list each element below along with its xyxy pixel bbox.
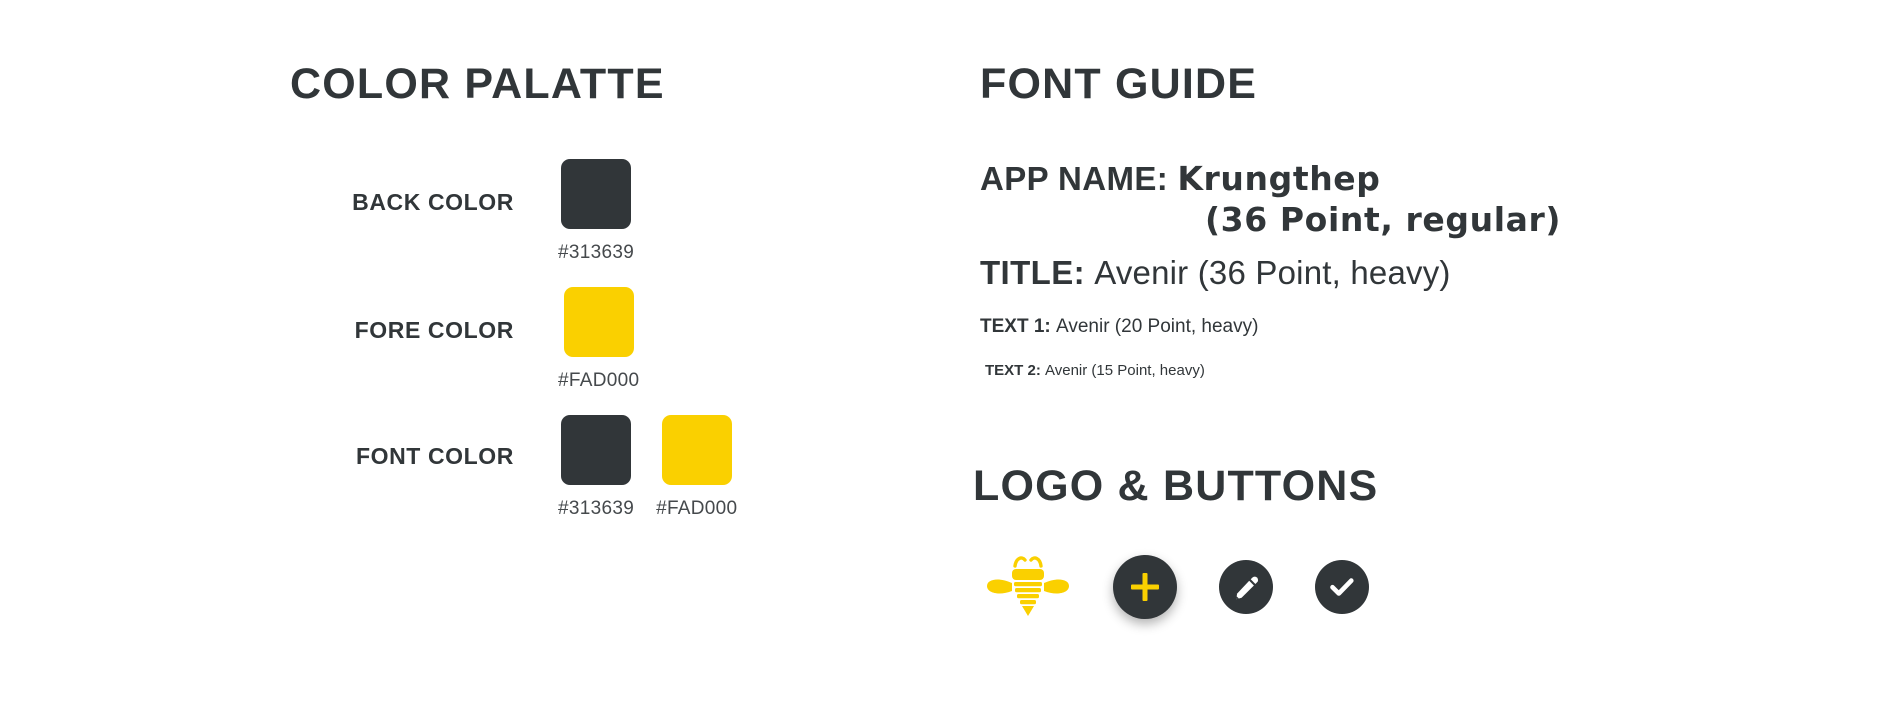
palette-row-label: FORE COLOR (354, 317, 514, 344)
app-name-label: APP NAME: (980, 160, 1169, 198)
swatch-cell: #313639 (558, 415, 634, 520)
swatch-group: #313639 (558, 159, 634, 264)
text2-value: Avenir (15 Point, heavy) (1045, 361, 1205, 379)
color-palette-rows: BACK COLOR #313639 FORE COLOR #FAD000 FO… (290, 159, 850, 543)
app-name-size: (36 Point, regular) (1205, 200, 1562, 240)
hex-label: #FAD000 (558, 370, 640, 392)
palette-row-fore-color: FORE COLOR #FAD000 (290, 287, 850, 415)
text1-value: Avenir (20 Point, heavy) (1056, 315, 1259, 337)
check-icon (1330, 578, 1354, 596)
text1-label: TEXT 1: (980, 315, 1051, 337)
title-spec-value: Avenir (36 Point, heavy) (1094, 254, 1451, 292)
color-palette-title: COLOR PALATTE (290, 60, 665, 108)
title-spec-label: TITLE: (980, 254, 1086, 292)
edit-button[interactable] (1219, 560, 1273, 614)
color-swatch-fore[interactable] (563, 287, 634, 358)
app-name-value: Krungthep (1177, 159, 1381, 199)
font-guide-section: FONT GUIDE APP NAME: Krungthep (36 Point… (980, 60, 1810, 378)
logo-buttons-section: LOGO & BUTTONS (973, 462, 1803, 621)
color-swatch-font-yellow[interactable] (661, 415, 732, 486)
color-palette-section: COLOR PALATTE BACK COLOR #313639 FORE CO… (290, 60, 850, 543)
logo-buttons-title: LOGO & BUTTONS (973, 462, 1379, 510)
add-button[interactable] (1113, 555, 1177, 619)
done-button[interactable] (1315, 560, 1369, 614)
plus-icon (1131, 573, 1159, 601)
font-spec-text2: TEXT 2: Avenir (15 Point, heavy) (980, 362, 1810, 379)
swatch-cell: #FAD000 (558, 287, 639, 392)
swatch-group: #FAD000 (558, 287, 639, 392)
style-guide-page: COLOR PALATTE BACK COLOR #313639 FORE CO… (0, 0, 1877, 713)
swatch-group: #313639 #FAD000 (558, 415, 737, 520)
bee-logo-icon (985, 553, 1071, 621)
color-swatch-font-dark[interactable] (561, 415, 632, 486)
palette-row-back-color: BACK COLOR #313639 (290, 159, 850, 287)
font-spec-text1: TEXT 1: Avenir (20 Point, heavy) (980, 316, 1810, 338)
palette-row-label: FONT COLOR (355, 443, 514, 470)
palette-row-label: BACK COLOR (352, 189, 514, 216)
pencil-icon (1236, 576, 1259, 600)
font-spec-app-name: APP NAME: Krungthep (980, 159, 1810, 199)
font-guide-title: FONT GUIDE (980, 60, 1258, 108)
palette-row-font-color: FONT COLOR #313639 #FAD000 (290, 415, 850, 543)
hex-label: #313639 (558, 242, 635, 264)
font-spec-title: TITLE: Avenir (36 Point, heavy) (980, 252, 1810, 293)
hex-label: #FAD000 (656, 498, 738, 520)
font-guide-lines: APP NAME: Krungthep (36 Point, regular) … (980, 159, 1810, 378)
text2-label: TEXT 2: (985, 361, 1041, 379)
swatch-cell: #313639 (558, 159, 634, 264)
color-swatch-back[interactable] (561, 159, 632, 230)
hex-label: #313639 (558, 498, 635, 520)
logo-buttons-row (973, 553, 1803, 621)
swatch-cell: #FAD000 (656, 415, 737, 520)
